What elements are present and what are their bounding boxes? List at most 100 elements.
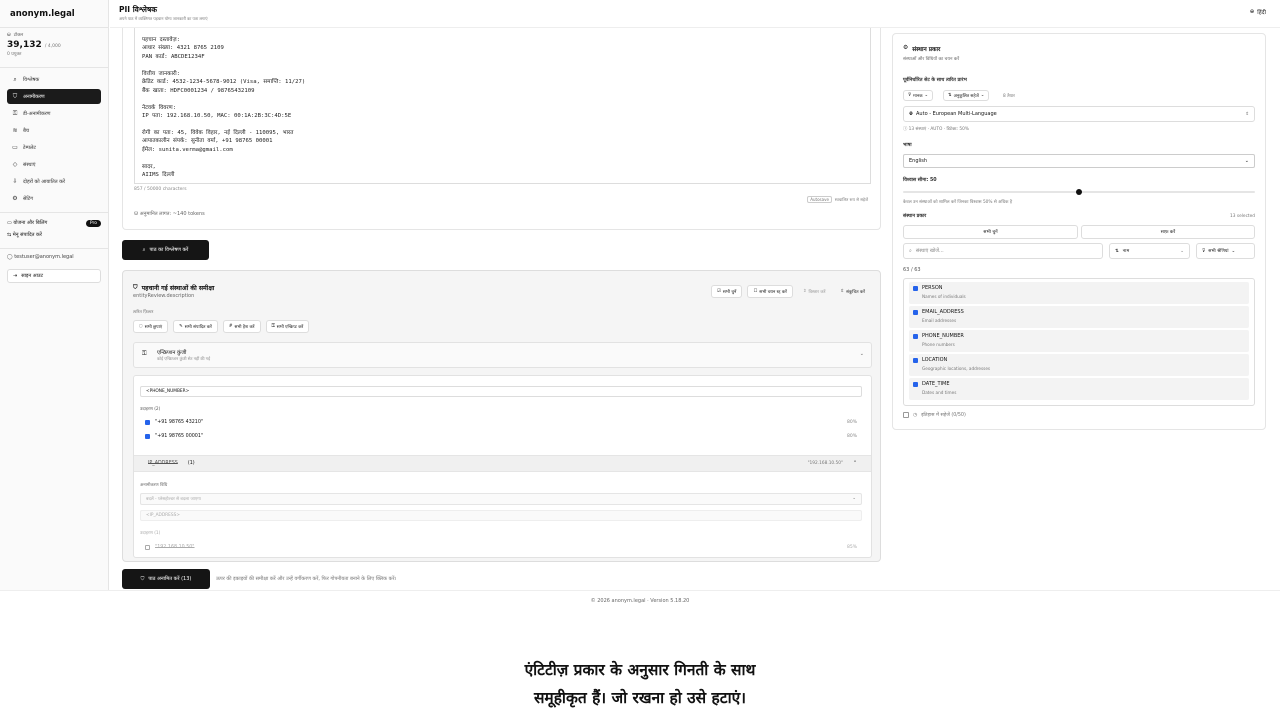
user-email: ◯ testuser@anonym.legal (0, 249, 108, 265)
square-icon: ☐ (753, 289, 758, 294)
threshold-slider[interactable] (903, 189, 1255, 195)
logout-button[interactable]: ⇥ साइन आउट (7, 269, 101, 283)
language-label: हिंदी (1257, 10, 1266, 16)
redact-all-chip[interactable]: ✎ सभी संपादित करें (173, 320, 218, 333)
nav-item-import[interactable]: ⇩ दोहरों को आयातित करें (7, 174, 101, 189)
save-history-toggle[interactable]: ◷ इतिहास में सहेजें (0/50) (903, 412, 966, 418)
hash-icon: # (228, 324, 233, 329)
entity-item-datetime[interactable]: DATE_TIME Dates and times (909, 378, 1249, 400)
checkbox-checked[interactable] (913, 382, 918, 387)
chevron-down-icon: ⌄ (924, 93, 929, 98)
hash-all-chip[interactable]: # सभी हैश करें (222, 320, 261, 333)
entity-review-panel: ⛉ पहचानी गई संस्थाओं की समीक्षा entityRev… (122, 270, 881, 562)
anonymize-label: पाठ अनामित करें (13) (148, 576, 192, 582)
main-nav: ⌕ विश्लेषक ⛉ अनामीकरण ⚿ डी-अनामीकरण ≋ बैच ▭ ट… (0, 68, 108, 212)
preset-info: ⓘ 13 संस्थाएं · AUTO · डिटेक्ट: 50% (903, 126, 969, 132)
entity-group-header-ip[interactable]: IP_ADDRESS (1) "192.168.10.50" ⌃ (134, 455, 871, 472)
history-icon: ◷ (913, 412, 918, 418)
entity-type-label: IP_ADDRESS (148, 461, 178, 466)
encrypt-all-chip[interactable]: ⚿ सभी एन्क्रिप्ट करें (265, 320, 310, 333)
checkbox-checked[interactable] (913, 310, 918, 315)
language-value: English (909, 158, 928, 164)
nav-label: दोहरों को आयातित करें (23, 178, 66, 185)
token-estimate: ⛁ अनुमानित लागत: ~140 tokens (134, 211, 205, 217)
plan-badge: Pro (85, 219, 101, 227)
footer: © 2026 anonym.legal · Version 5.18.20 (0, 590, 1280, 612)
select-all-entities-button[interactable]: सभी चुनें (903, 225, 1078, 239)
occurrence-row-ip[interactable]: "192.168.10.50" 85% (140, 541, 862, 553)
category-select[interactable]: ⊽ सभी श्रेणियां ⌄ (1196, 243, 1255, 259)
save-custom-button[interactable]: ⇅ अनुकूलित सहेजें ⌄ (943, 90, 990, 101)
entity-count: 63 / 63 (903, 267, 921, 273)
chevron-down-icon: ⌄ (1244, 158, 1249, 164)
checkbox-unchecked[interactable] (903, 412, 909, 418)
analyze-button[interactable]: ⌕ पाठ का विश्लेषण करें (122, 240, 209, 260)
select-all-button[interactable]: ☑ सभी चुनें (711, 285, 743, 298)
occurrence-row[interactable]: "+91 98765 43210" 80% (140, 416, 862, 428)
occurrence-row[interactable]: "+91 98765 00001" 80% (140, 430, 862, 442)
language-select[interactable]: English ⌄ (903, 154, 1255, 168)
entity-item-phone[interactable]: PHONE_NUMBER Phone numbers (909, 330, 1249, 352)
chevron-down-icon: ⌄ (1231, 248, 1236, 254)
placeholder-input[interactable]: <PHONE_NUMBER> (140, 386, 862, 397)
confidence: 80% (846, 433, 857, 439)
search-icon: ⌕ (909, 248, 912, 254)
deselect-all-button[interactable]: ☐ सभी चयन रद्द करें (747, 285, 793, 298)
anonymize-button[interactable]: ⛉ पाठ अनामित करें (13) (122, 569, 210, 589)
nav-item-anonymize[interactable]: ⛉ अनामीकरण (7, 89, 101, 104)
clear-entities-button[interactable]: साफ़ करें (1081, 225, 1255, 239)
method-select[interactable]: बदलें - प्लेसहोल्डर से बदला जाएगा ⌄ (140, 493, 862, 505)
entity-list: PERSON Names of individuals EMAIL_ADDRESS… (903, 278, 1255, 406)
nav-label: बैच (23, 127, 30, 134)
encryption-key-section[interactable]: ⚿ एन्क्रिप्शन कुंजी कोई एन्क्रिप्शन कुंज… (133, 342, 872, 368)
default-preset-button[interactable]: ⊽ मानक ⌄ (903, 90, 934, 101)
category-value: सभी श्रेणियां (1208, 249, 1229, 254)
entity-search-input[interactable]: ⌕ संस्थाएं खोजें... (903, 243, 1103, 259)
checkbox-unchecked[interactable] (145, 544, 150, 550)
preset-select[interactable]: 🌐︎ Auto - European Multi-Language ⇕ (903, 106, 1255, 122)
autosave-key: Autosave (807, 196, 832, 203)
entity-item-location[interactable]: LOCATION Geographic locations, addresses (909, 354, 1249, 376)
nav-item-settings[interactable]: ⚙ सेटिंग (7, 191, 101, 206)
text-input-card: पहचान दस्तावेज़: आधार संख्या: 4321 8765 … (122, 28, 881, 230)
gear-icon: ⚙ (903, 45, 909, 51)
sort-value: नाम (1122, 249, 1130, 254)
nav-item-deanonymize[interactable]: ⚿ डी-अनामीकरण (7, 106, 101, 121)
sidebar: anonym.legal ⛁ टोकन 39,132 / 4,000 0 प्रय… (0, 0, 109, 590)
entity-item-email[interactable]: EMAIL_ADDRESS Email addresses (909, 306, 1249, 328)
edit-menu-link[interactable]: ⇆ मेनू संपादित करें (7, 229, 101, 241)
checkbox-checked[interactable] (145, 419, 150, 425)
occurrences-label: उदाहरण (2) (140, 407, 161, 412)
checkbox-checked[interactable] (913, 286, 918, 291)
slider-knob[interactable] (1076, 189, 1082, 195)
nav-item-analyzer[interactable]: ⌕ विश्लेषक (7, 72, 101, 87)
chip-label: सभी छुपाएं (144, 324, 163, 330)
checkbox-checked[interactable] (913, 358, 918, 363)
lock-icon: ⚿ (271, 324, 275, 329)
hide-all-chip[interactable]: ◌ सभी छुपाएं (133, 320, 169, 333)
nav-label: संस्थाएं (23, 161, 36, 168)
language-switcher[interactable]: ⊕ हिंदी (1250, 8, 1266, 16)
entity-desc: Geographic locations, addresses (922, 366, 991, 371)
nav-label: अनामीकरण (23, 93, 45, 100)
text-input[interactable]: पहचान दस्तावेज़: आधार संख्या: 4321 8765 … (134, 28, 871, 184)
checkbox-checked[interactable] (145, 433, 150, 439)
preset-value: Auto - European Multi-Language (916, 111, 997, 117)
entity-types-label: संस्थान प्रकार (903, 214, 927, 219)
nav-item-templates[interactable]: ▭ टेम्पलेट (7, 140, 101, 155)
panel-title: ⚙ संस्थान प्रकार (903, 45, 940, 53)
checkbox-checked[interactable] (913, 334, 918, 339)
placeholder-input-ip[interactable]: <IP_ADDRESS> (140, 510, 862, 521)
expand-button[interactable]: ⇕ विस्तार करें (798, 285, 831, 298)
collapse-button[interactable]: ⇳ संकुचित करें (835, 285, 870, 298)
nav-item-entities[interactable]: ◇ संस्थाएं (7, 157, 101, 172)
entity-desc: Phone numbers (922, 342, 955, 347)
entity-item-person[interactable]: PERSON Names of individuals (909, 282, 1249, 304)
nav-item-batch[interactable]: ≋ बैच (7, 123, 101, 138)
entity-desc: Names of individuals (922, 294, 966, 299)
sort-select[interactable]: ⇅ नाम ⌄ (1109, 243, 1190, 259)
filter-icon: ⊽ (1202, 248, 1206, 254)
expand-label: विस्तार करें (808, 289, 826, 295)
plan-billing-link[interactable]: ▭ योजना और बिलिंग Pro (7, 217, 101, 229)
brand-logo[interactable]: anonym.legal (0, 0, 108, 28)
